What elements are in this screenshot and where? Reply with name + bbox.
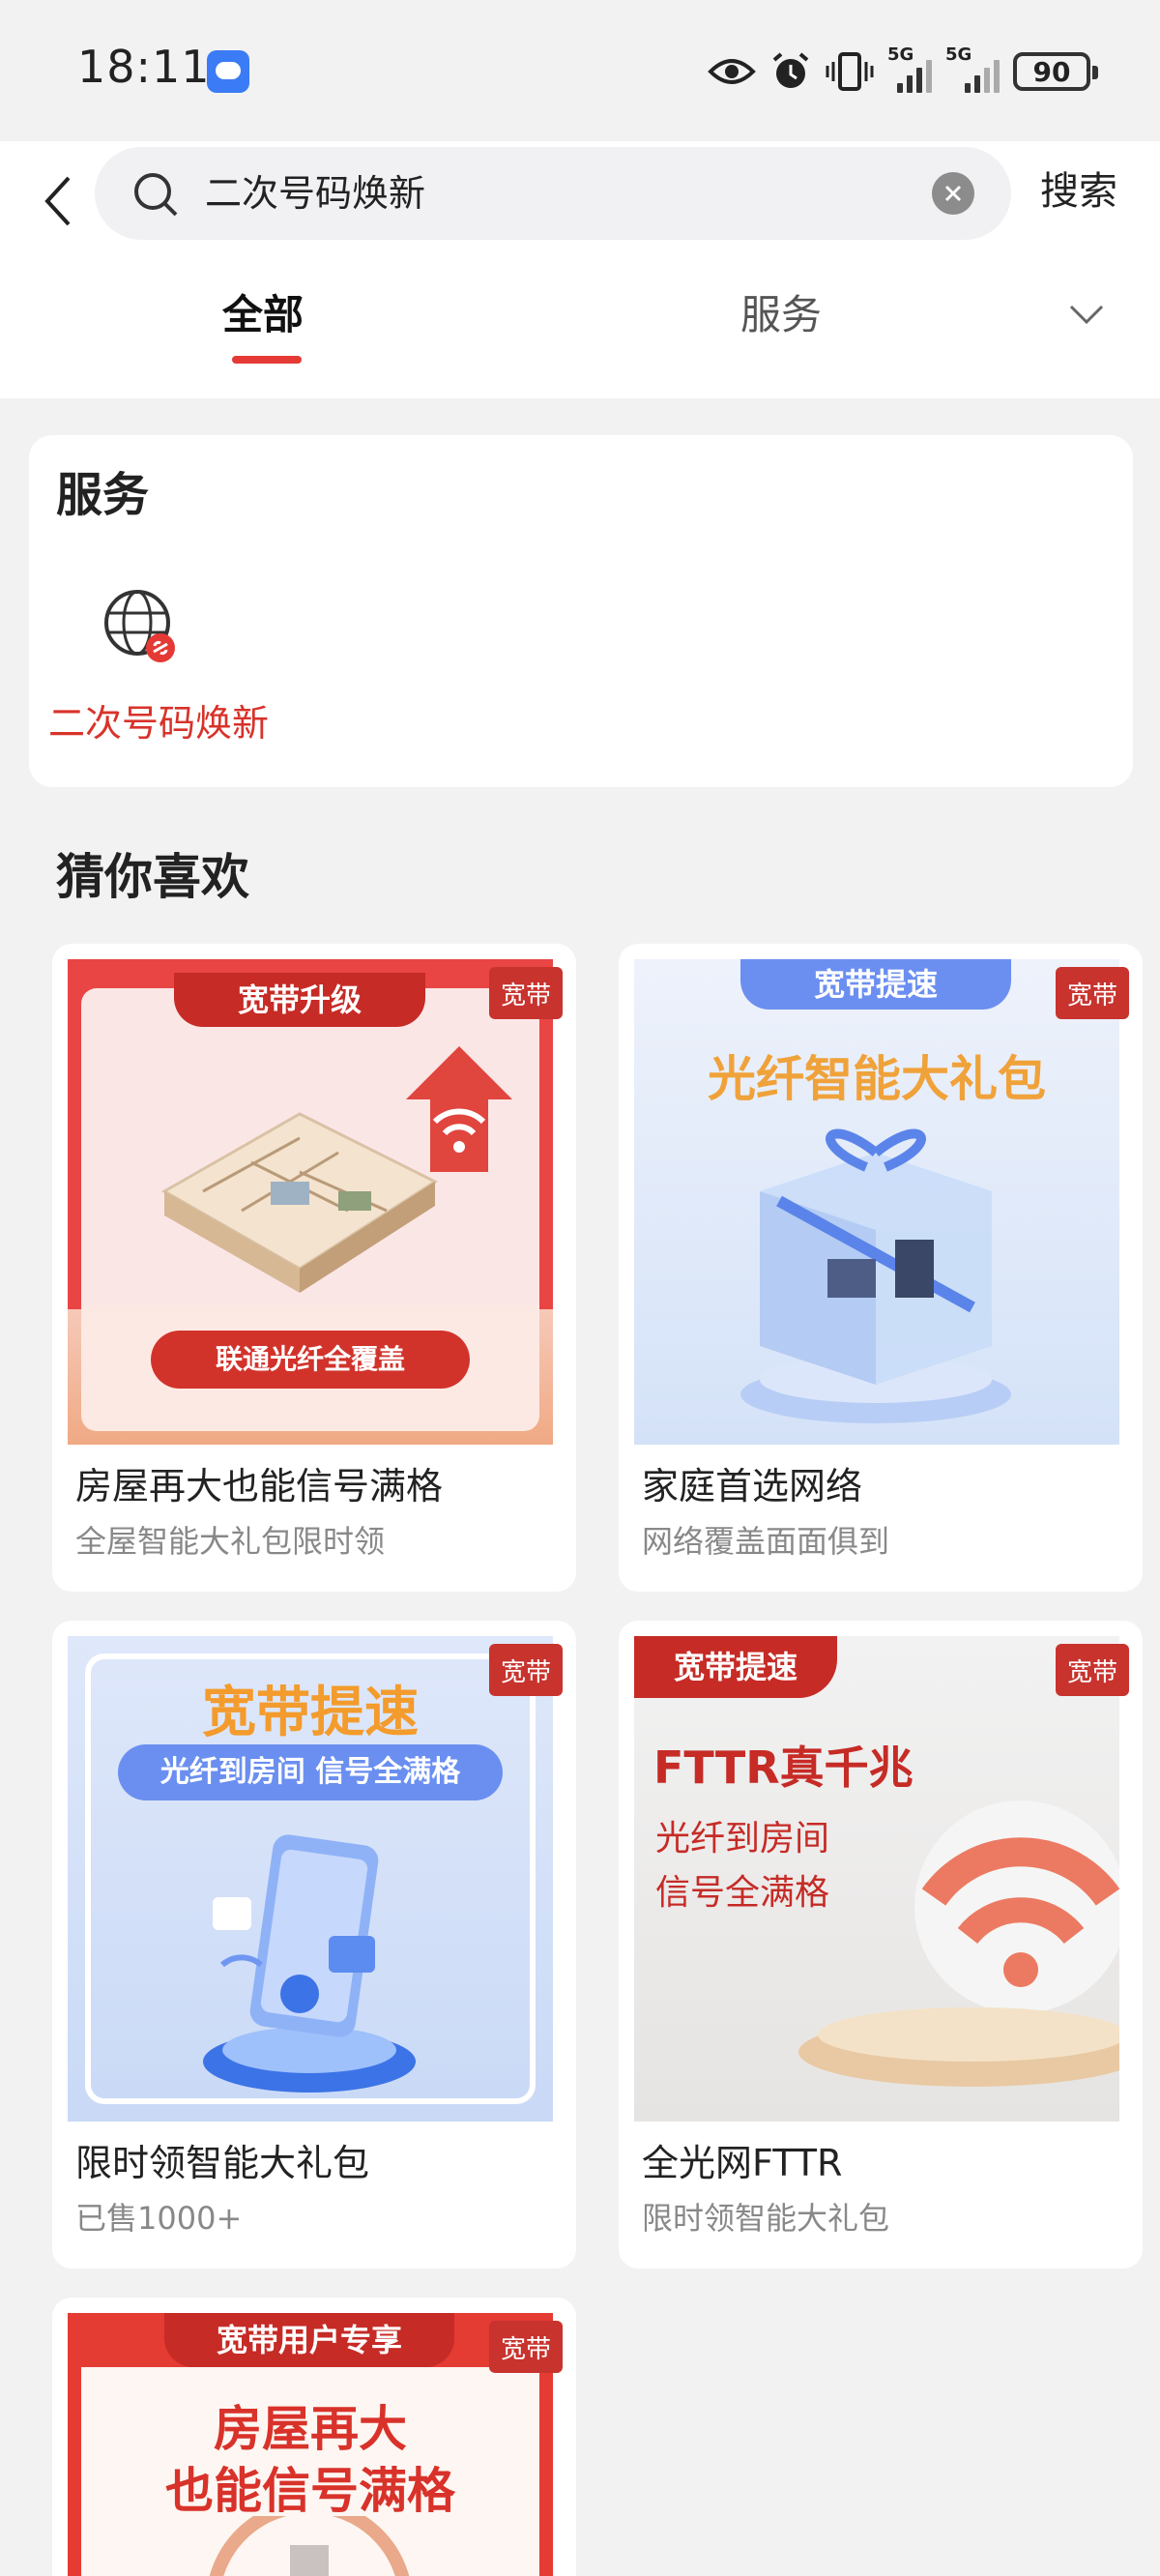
wifi-arrow-icon bbox=[406, 1046, 512, 1172]
signal-icon-1: 5G bbox=[887, 44, 932, 93]
vibrate-icon bbox=[826, 50, 874, 93]
category-badge: 宽带 bbox=[1056, 967, 1129, 1019]
image-pill: 光纤到房间 信号全满格 bbox=[118, 1744, 503, 1800]
back-button[interactable] bbox=[29, 162, 87, 240]
status-bar: 18:11 5G 5G 90 bbox=[0, 0, 1160, 141]
search-header: 二次号码焕新 搜索 全部 服务 bbox=[0, 141, 1160, 398]
eye-icon bbox=[708, 54, 756, 89]
product-subtitle: 网络覆盖面面俱到 bbox=[642, 1523, 890, 1560]
search-button[interactable]: 搜索 bbox=[1040, 164, 1117, 219]
globe-link-icon bbox=[104, 590, 175, 662]
tab-active-indicator bbox=[232, 356, 302, 364]
image-headline: 光纤智能大礼包 bbox=[708, 1051, 1046, 1107]
image-line-2: 也能信号满格 bbox=[165, 2463, 455, 2519]
category-badge: 宽带 bbox=[489, 1644, 563, 1696]
image-banner: 宽带提速 bbox=[634, 1636, 837, 1698]
gift-box-illustration bbox=[740, 1128, 1011, 1423]
house-wifi-illustration bbox=[209, 2516, 410, 2576]
search-input[interactable]: 二次号码焕新 bbox=[95, 147, 1011, 240]
image-line-2: 信号全满格 bbox=[655, 1873, 830, 1913]
product-image: 宽带提速 光纤智能大礼包 bbox=[634, 959, 1119, 1445]
product-title: 房屋再大也能信号满格 bbox=[75, 1465, 444, 1508]
service-item[interactable]: 二次号码焕新 bbox=[48, 580, 270, 754]
image-line-1: 光纤到房间 bbox=[655, 1819, 830, 1859]
image-headline: 宽带提速 bbox=[202, 1682, 419, 1744]
product-image: 宽带升级 联通光纤全覆盖 bbox=[68, 959, 553, 1445]
product-subtitle: 限时领智能大礼包 bbox=[642, 2200, 890, 2237]
phone-illustration bbox=[203, 1834, 416, 2093]
image-banner: 宽带用户专享 bbox=[164, 2313, 454, 2367]
service-item-label: 二次号码焕新 bbox=[48, 702, 270, 745]
product-card[interactable]: 宽带用户专享 房屋再大 也能信号满格 宽带 bbox=[52, 2298, 576, 2576]
image-button: 联通光纤全覆盖 bbox=[151, 1331, 470, 1389]
product-image: 宽带用户专享 房屋再大 也能信号满格 bbox=[68, 2313, 553, 2576]
chevron-left-icon bbox=[44, 176, 71, 226]
search-icon bbox=[134, 173, 178, 217]
status-time: 18:11 bbox=[77, 41, 211, 93]
tab-all[interactable]: 全部 bbox=[222, 288, 304, 342]
image-headline: FTTR真千兆 bbox=[653, 1742, 914, 1794]
service-section: 服务 二次号码焕新 bbox=[29, 435, 1133, 787]
image-line-1: 房屋再大 bbox=[214, 2401, 407, 2457]
battery-icon: 90 bbox=[1013, 52, 1098, 91]
search-query: 二次号码焕新 bbox=[205, 172, 426, 215]
close-icon bbox=[944, 185, 962, 202]
guess-you-like-title: 猜你喜欢 bbox=[56, 849, 249, 905]
status-icons: 5G 5G 90 bbox=[708, 44, 1098, 99]
product-title: 全光网FTTR bbox=[642, 2142, 843, 2184]
product-card[interactable]: 宽带提速 FTTR真千兆 光纤到房间 信号全满格 宽带 全光网FTTR 限时领智… bbox=[619, 1621, 1143, 2269]
product-subtitle: 已售1000+ bbox=[75, 2200, 243, 2237]
product-title: 限时领智能大礼包 bbox=[75, 2142, 370, 2184]
service-section-title: 服务 bbox=[56, 468, 150, 522]
battery-level: 90 bbox=[1032, 55, 1071, 88]
product-card[interactable]: 宽带提速 光纤智能大礼包 宽带 家庭首选网络 网络覆盖面面俱到 bbox=[619, 944, 1143, 1592]
product-subtitle: 全屋智能大礼包限时领 bbox=[75, 1523, 386, 1560]
product-image: 宽带提速 FTTR真千兆 光纤到房间 信号全满格 bbox=[634, 1636, 1119, 2122]
image-banner: 宽带提速 bbox=[740, 959, 1011, 1010]
product-title: 家庭首选网络 bbox=[642, 1465, 863, 1508]
image-banner: 宽带升级 bbox=[174, 973, 425, 1027]
message-notification-icon bbox=[207, 50, 249, 93]
product-card[interactable]: 宽带升级 联通光纤全覆盖 宽带 房屋再大也能信号满格 全屋智能大礼包限时领 bbox=[52, 944, 576, 1592]
tab-bar: 全部 服务 bbox=[0, 277, 1160, 383]
product-card[interactable]: 宽带提速 光纤到房间 信号全满格 宽带 限时领智能大礼包 已售1000+ bbox=[52, 1621, 576, 2269]
category-badge: 宽带 bbox=[489, 967, 563, 1019]
product-image: 宽带提速 光纤到房间 信号全满格 bbox=[68, 1636, 553, 2122]
chevron-down-icon[interactable] bbox=[1067, 302, 1106, 327]
signal-icon-2: 5G bbox=[945, 44, 1000, 93]
clear-search-button[interactable] bbox=[932, 172, 974, 215]
tab-service[interactable]: 服务 bbox=[740, 288, 822, 342]
category-badge: 宽带 bbox=[489, 2321, 563, 2373]
category-badge: 宽带 bbox=[1056, 1644, 1129, 1696]
alarm-icon bbox=[769, 50, 812, 93]
